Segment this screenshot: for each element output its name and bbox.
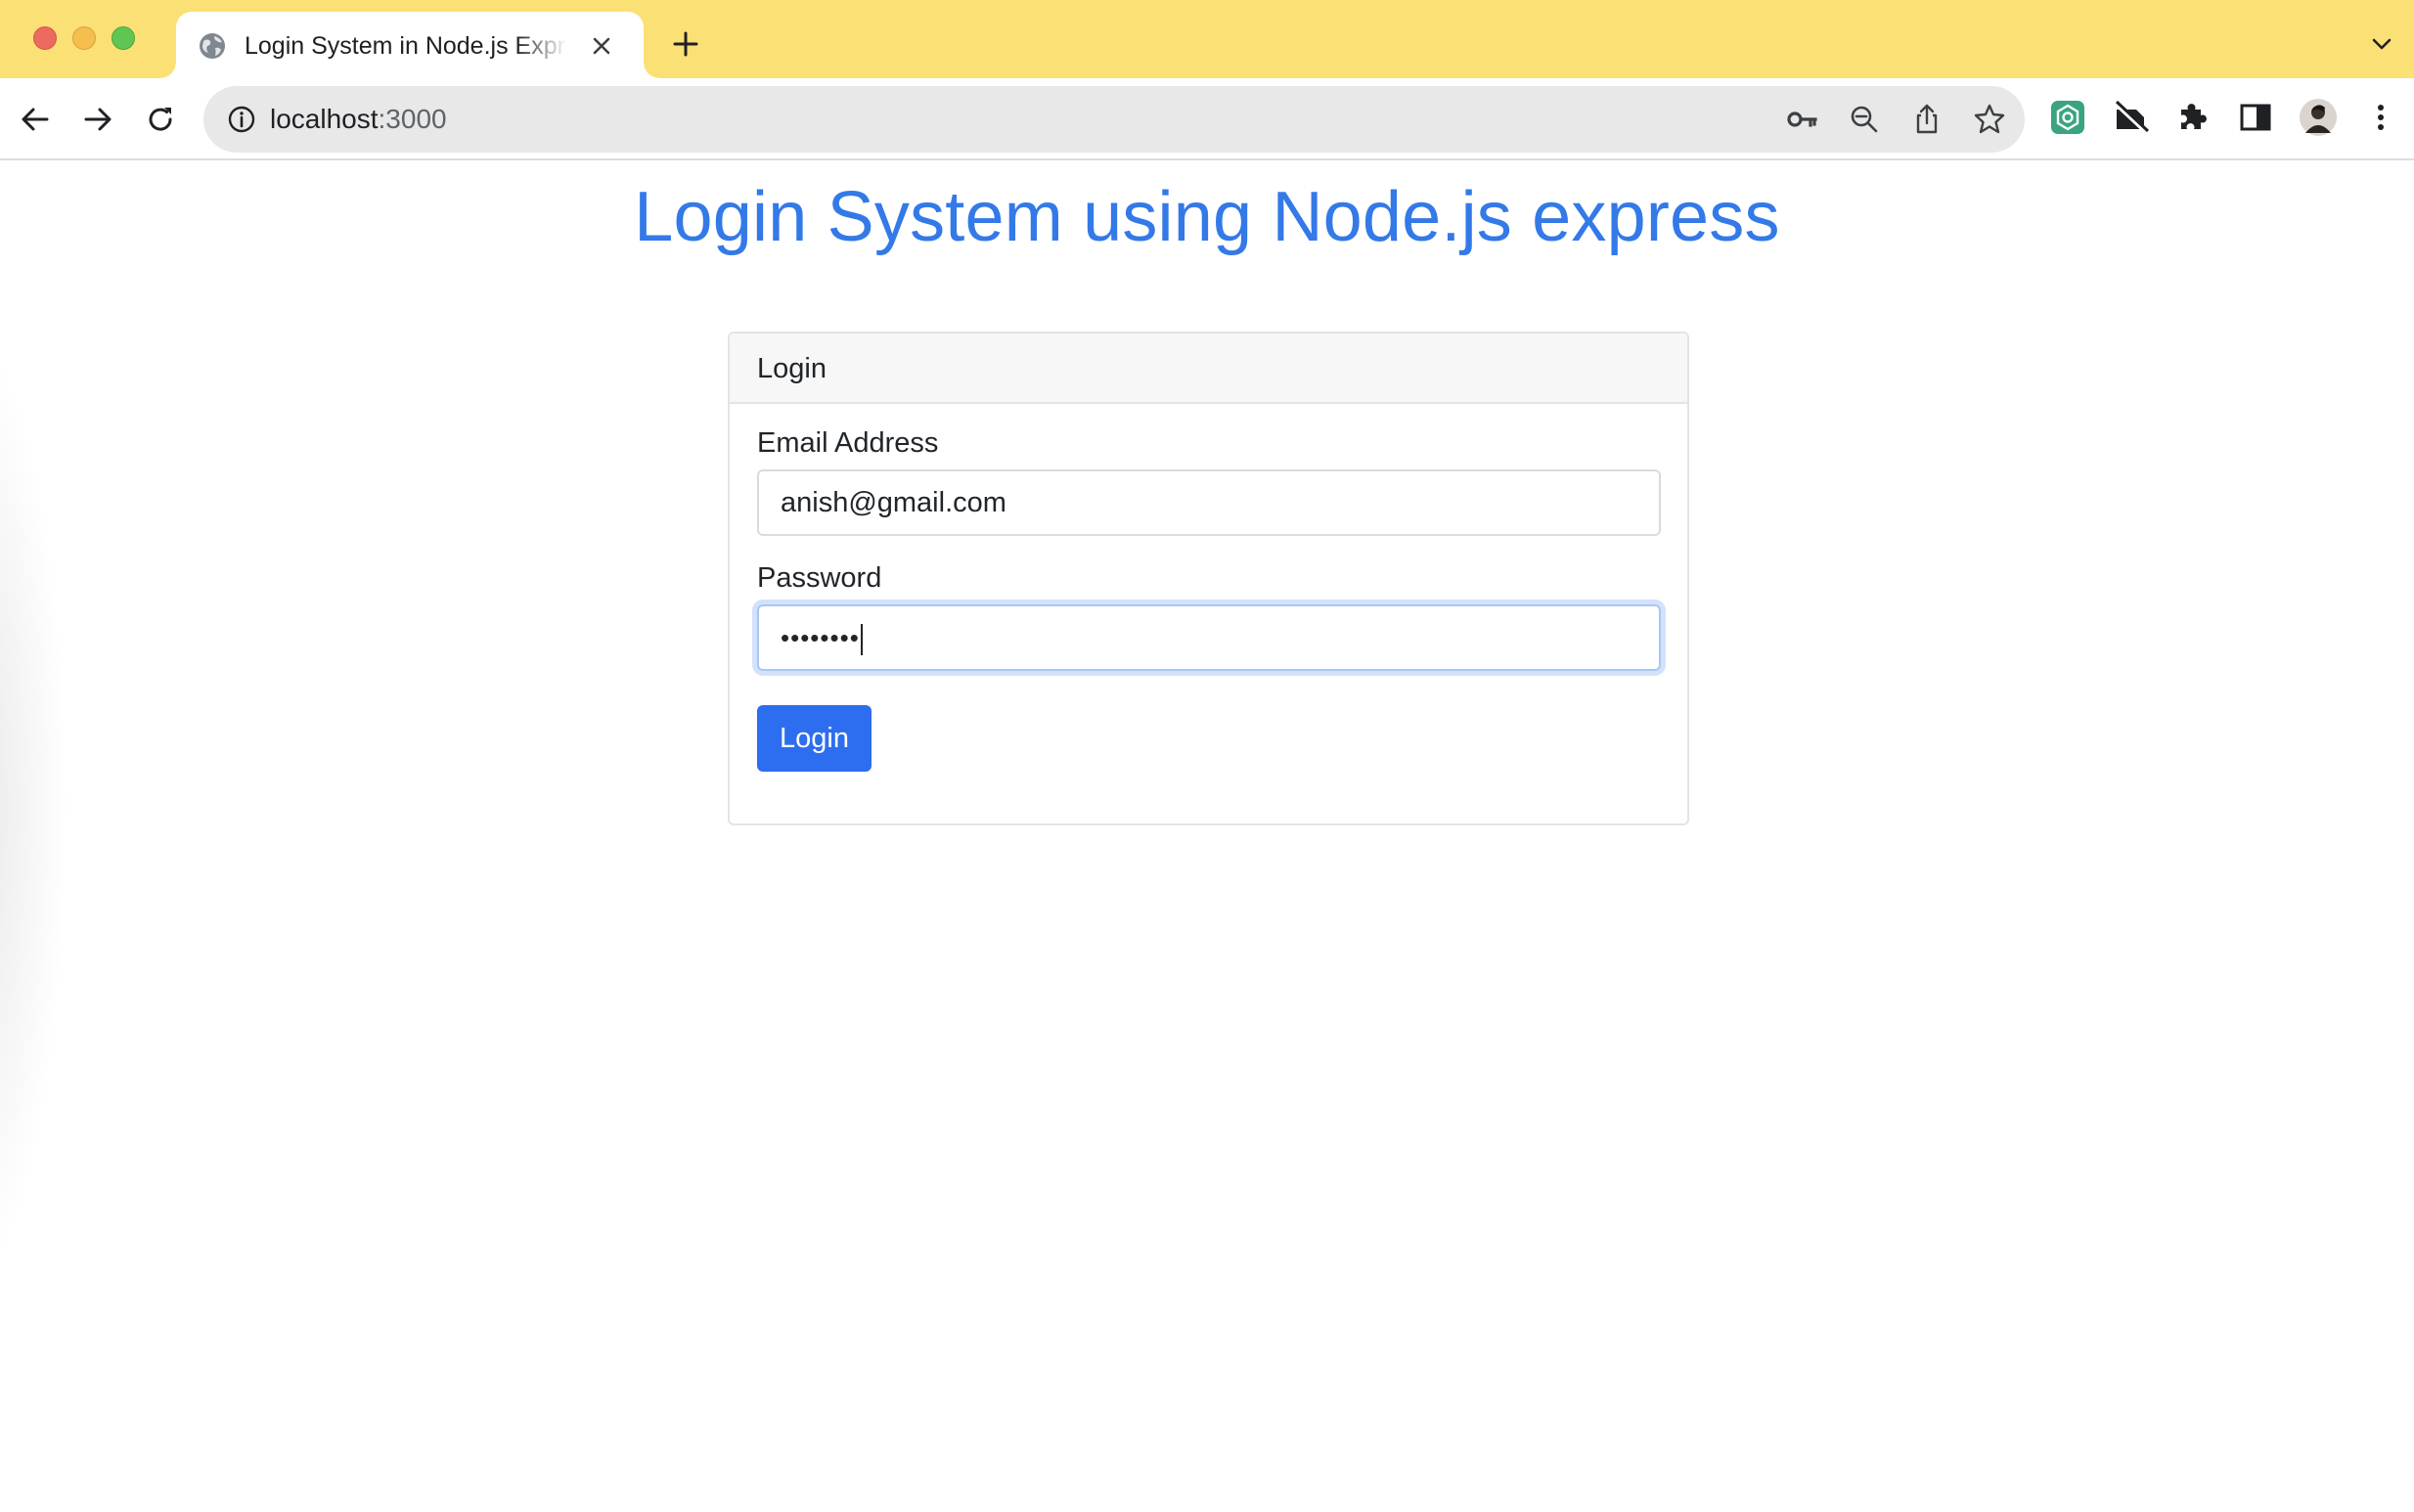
reload-icon[interactable]: [141, 100, 180, 139]
more-vert-icon[interactable]: [2361, 98, 2400, 137]
card-header-title: Login: [757, 353, 827, 384]
info-icon[interactable]: [225, 103, 258, 136]
back-arrow-icon[interactable]: [16, 100, 55, 139]
share-icon[interactable]: [1909, 102, 1945, 137]
password-masked-value: ••••••••: [781, 623, 860, 652]
puzzle-icon[interactable]: [2173, 98, 2213, 137]
side-panel-icon[interactable]: [2236, 98, 2275, 137]
globe-icon: [200, 33, 225, 59]
password-label: Password: [757, 562, 882, 594]
extension-crossed-icon[interactable]: [2111, 98, 2150, 137]
url-host: localhost: [270, 104, 379, 134]
tab-strip: Login System in Node.js Express: [0, 0, 2414, 78]
tab-title: Login System in Node.js Express: [245, 32, 567, 60]
minimize-window-button[interactable]: [72, 26, 96, 50]
url-port: :3000: [378, 104, 447, 134]
card-header: Login: [730, 334, 1687, 404]
login-button[interactable]: Login: [757, 705, 872, 772]
key-icon[interactable]: [1784, 102, 1819, 137]
text-cursor: [860, 624, 863, 656]
profile-avatar[interactable]: [2299, 98, 2338, 137]
page-title: Login System using Node.js express: [634, 178, 1780, 256]
edge-shadow: [0, 319, 68, 1297]
extension-green-hex-icon[interactable]: [2048, 98, 2087, 137]
chevron-down-icon[interactable]: [2367, 29, 2396, 59]
url-text[interactable]: localhost:3000: [270, 100, 447, 139]
forward-arrow-icon[interactable]: [78, 100, 117, 139]
star-icon[interactable]: [1972, 102, 2007, 137]
close-tab-icon[interactable]: [587, 31, 616, 61]
login-card: Login Email Address Password •••••••• Lo…: [728, 332, 1689, 825]
active-tab[interactable]: Login System in Node.js Express: [160, 12, 659, 78]
maximize-window-button[interactable]: [112, 26, 135, 50]
zoom-out-icon[interactable]: [1847, 102, 1882, 137]
new-tab-icon[interactable]: [671, 29, 700, 59]
password-field[interactable]: ••••••••: [757, 604, 1661, 671]
page-content: Login System using Node.js express Login…: [0, 162, 2414, 1512]
close-window-button[interactable]: [33, 26, 57, 50]
email-field[interactable]: [757, 469, 1661, 536]
address-bar[interactable]: localhost:3000: [203, 86, 2025, 153]
email-label: Email Address: [757, 427, 939, 459]
